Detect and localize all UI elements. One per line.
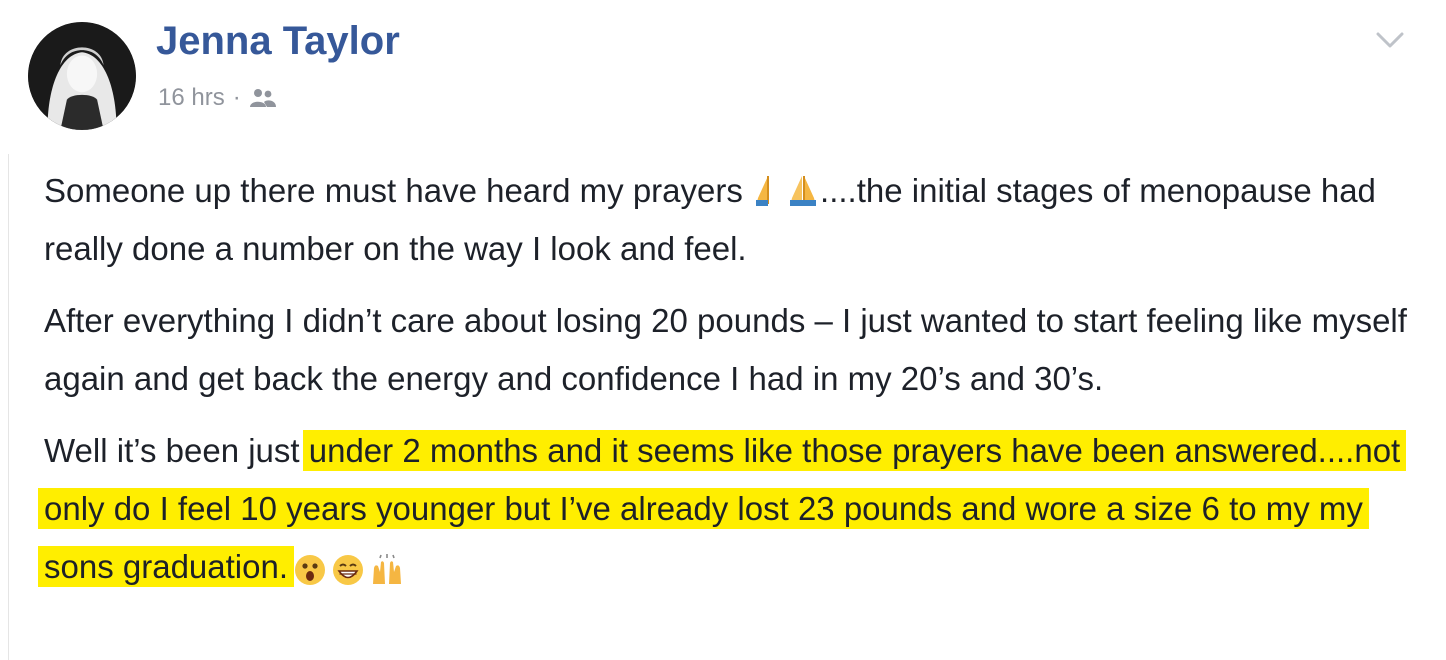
post-body: Someone up there must have heard my pray… — [38, 162, 1434, 618]
friends-icon[interactable] — [249, 87, 277, 109]
astonished-face-emoji — [294, 546, 326, 604]
grinning-face-emoji — [332, 546, 364, 604]
post-meta: 16 hrs · — [158, 80, 277, 116]
paragraph-3-text: Well it’s been just — [44, 432, 309, 469]
post-paragraph-2: After everything I didn’t care about los… — [44, 302, 1407, 397]
emoji-group — [294, 546, 404, 604]
folded-hands-emoji — [788, 174, 818, 208]
avatar[interactable] — [28, 22, 136, 130]
chevron-down-icon[interactable] — [1372, 26, 1408, 54]
facebook-post: Jenna Taylor 16 hrs · Someone up there m… — [0, 0, 1446, 660]
left-divider — [8, 154, 9, 660]
meta-separator: · — [232, 84, 241, 111]
paragraph-1-text: Someone up there must have heard my pray… — [44, 172, 743, 209]
author-name[interactable]: Jenna Taylor — [156, 14, 400, 68]
folded-hands-emoji — [754, 174, 784, 208]
post-timestamp[interactable]: 16 hrs — [158, 80, 225, 116]
raising-hands-emoji — [370, 546, 404, 604]
post-paragraph-3: Well it’s been just under 2 months and i… — [38, 422, 1434, 604]
post-paragraph-1: Someone up there must have heard my pray… — [44, 162, 1434, 278]
profile-photo-icon — [28, 22, 136, 130]
